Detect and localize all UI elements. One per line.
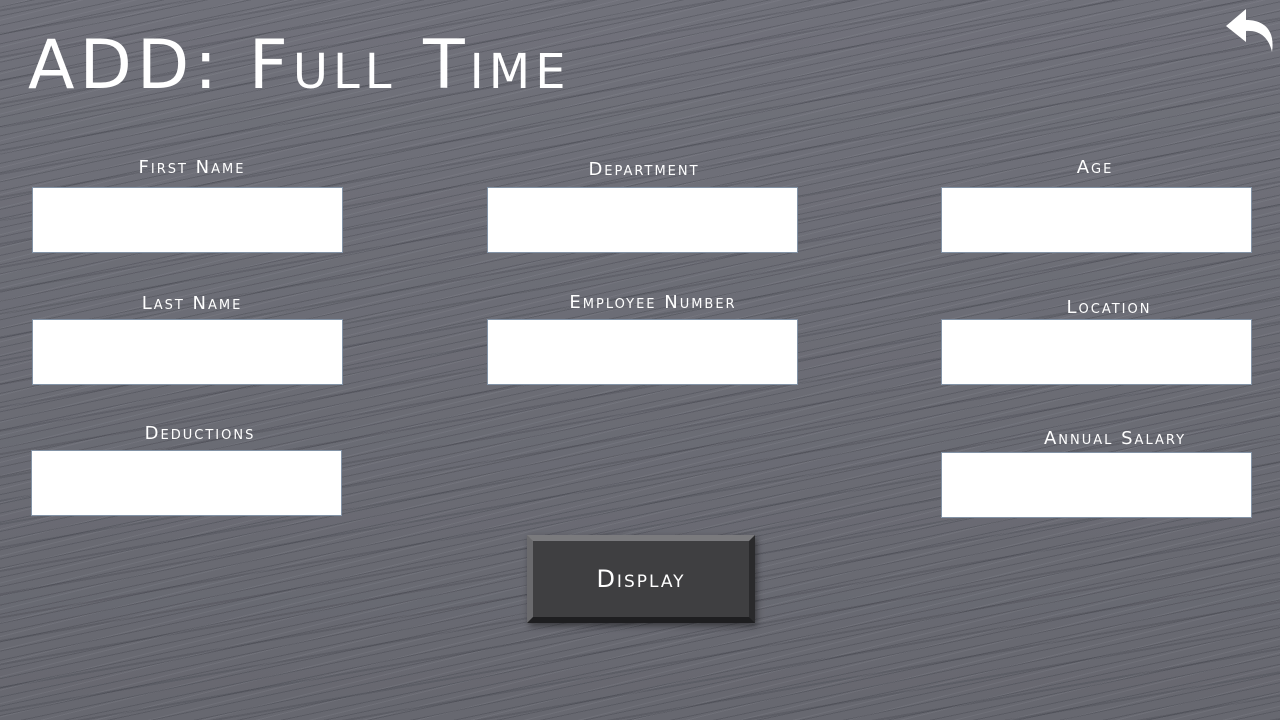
employee-number-input[interactable] xyxy=(487,319,798,385)
age-input[interactable] xyxy=(941,187,1252,253)
first-name-label: First Name xyxy=(138,157,246,178)
age-label: Age xyxy=(1076,157,1114,178)
location-label: Location xyxy=(1066,297,1152,318)
deductions-label: Deductions xyxy=(144,423,256,444)
back-button[interactable] xyxy=(1222,2,1278,56)
display-button[interactable]: Display xyxy=(527,535,755,623)
last-name-input[interactable] xyxy=(32,319,343,385)
undo-arrow-icon xyxy=(1226,9,1273,52)
department-input[interactable] xyxy=(487,187,798,253)
deductions-input[interactable] xyxy=(31,450,342,516)
last-name-label: Last Name xyxy=(141,293,243,314)
annual-salary-input[interactable] xyxy=(941,452,1252,518)
location-input[interactable] xyxy=(941,319,1252,385)
page-title: ADD: Full Time xyxy=(28,26,571,105)
first-name-input[interactable] xyxy=(32,187,343,253)
department-label: Department xyxy=(588,159,700,180)
annual-salary-label: Annual Salary xyxy=(1043,428,1187,449)
employee-number-label: Employee Number xyxy=(569,292,737,313)
